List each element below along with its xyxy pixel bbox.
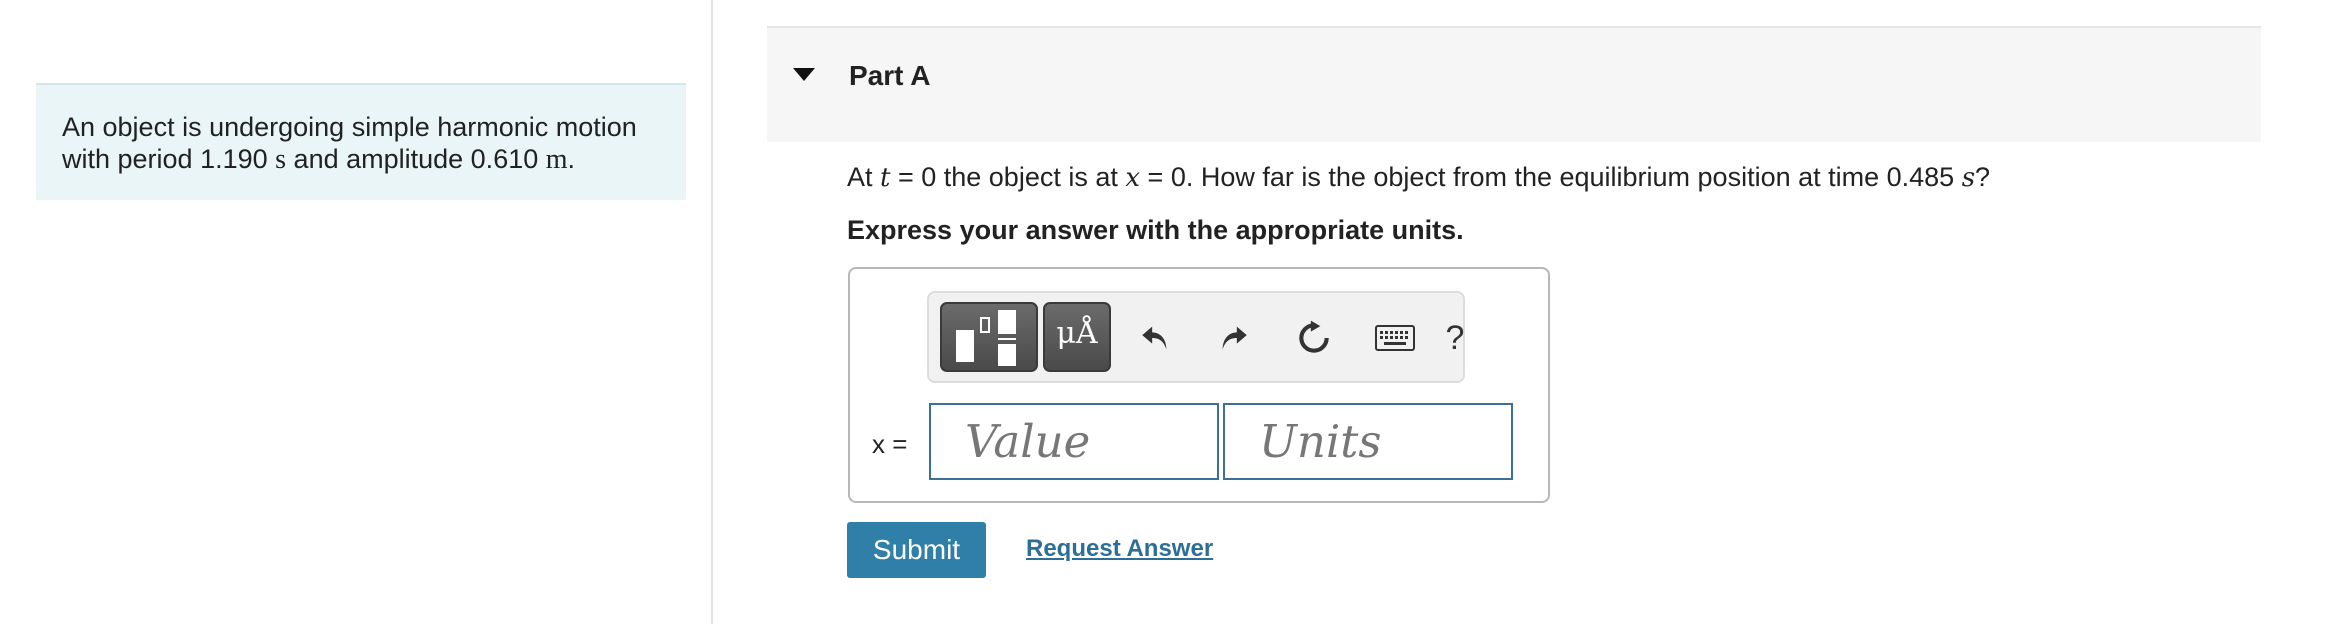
keyboard-button[interactable] <box>1367 313 1423 363</box>
math-toolbar: μÅ ? <box>927 291 1465 383</box>
problem-statement: An object is undergoing simple harmonic … <box>62 111 662 176</box>
question-mid1: = 0 the object is at <box>890 162 1126 192</box>
units-button[interactable]: μÅ <box>1043 302 1111 372</box>
submit-button[interactable]: Submit <box>847 522 986 578</box>
unit-s: s <box>1961 163 1976 193</box>
request-answer-link[interactable]: Request Answer <box>1026 535 1213 563</box>
problem-text-period: with period 1.190 <box>62 144 276 174</box>
redo-icon <box>1222 326 1247 350</box>
question-text: At t = 0 the object is at x = 0. How far… <box>847 162 1990 193</box>
problem-text-amplitude: and amplitude 0.610 <box>286 144 546 174</box>
answer-variable-label: x = <box>872 429 908 459</box>
keyboard-icon <box>1375 325 1415 351</box>
amplitude-unit: m <box>545 144 568 175</box>
var-x: x <box>1125 163 1141 193</box>
template-box-icon <box>956 330 974 362</box>
reset-icon <box>1299 320 1329 353</box>
template-denominator-icon <box>998 344 1016 366</box>
template-fraction-line-icon <box>998 338 1016 340</box>
collapse-caret-icon[interactable] <box>793 68 815 81</box>
help-button[interactable]: ? <box>1440 313 1470 363</box>
units-button-label: μÅ <box>1056 316 1098 351</box>
templates-button[interactable] <box>940 302 1038 372</box>
template-numerator-icon <box>998 310 1016 334</box>
period-unit: s <box>275 144 287 175</box>
value-input[interactable]: Value <box>929 403 1219 480</box>
problem-text-line1: An object is undergoing simple harmonic … <box>62 112 637 142</box>
column-divider <box>711 0 713 624</box>
undo-icon <box>1142 326 1167 350</box>
instruction-text: Express your answer with the appropriate… <box>847 215 1464 245</box>
question-end: ? <box>1975 162 1991 192</box>
undo-button[interactable] <box>1131 313 1179 363</box>
answer-box: μÅ ? x = Value Units <box>848 267 1550 503</box>
template-superscript-icon <box>980 317 990 333</box>
part-header[interactable]: Part A <box>767 26 2261 142</box>
part-title: Part A <box>849 60 931 91</box>
redo-button[interactable] <box>1210 313 1258 363</box>
var-t: t <box>880 163 891 193</box>
problem-panel: An object is undergoing simple harmonic … <box>36 83 686 200</box>
question-mid2: = 0. How far is the object from the equi… <box>1140 162 1962 192</box>
page: An object is undergoing simple harmonic … <box>0 0 2346 624</box>
question-pre: At <box>847 162 881 192</box>
problem-text-end: . <box>567 144 576 174</box>
units-input[interactable]: Units <box>1223 403 1513 480</box>
reset-button[interactable] <box>1290 313 1338 363</box>
